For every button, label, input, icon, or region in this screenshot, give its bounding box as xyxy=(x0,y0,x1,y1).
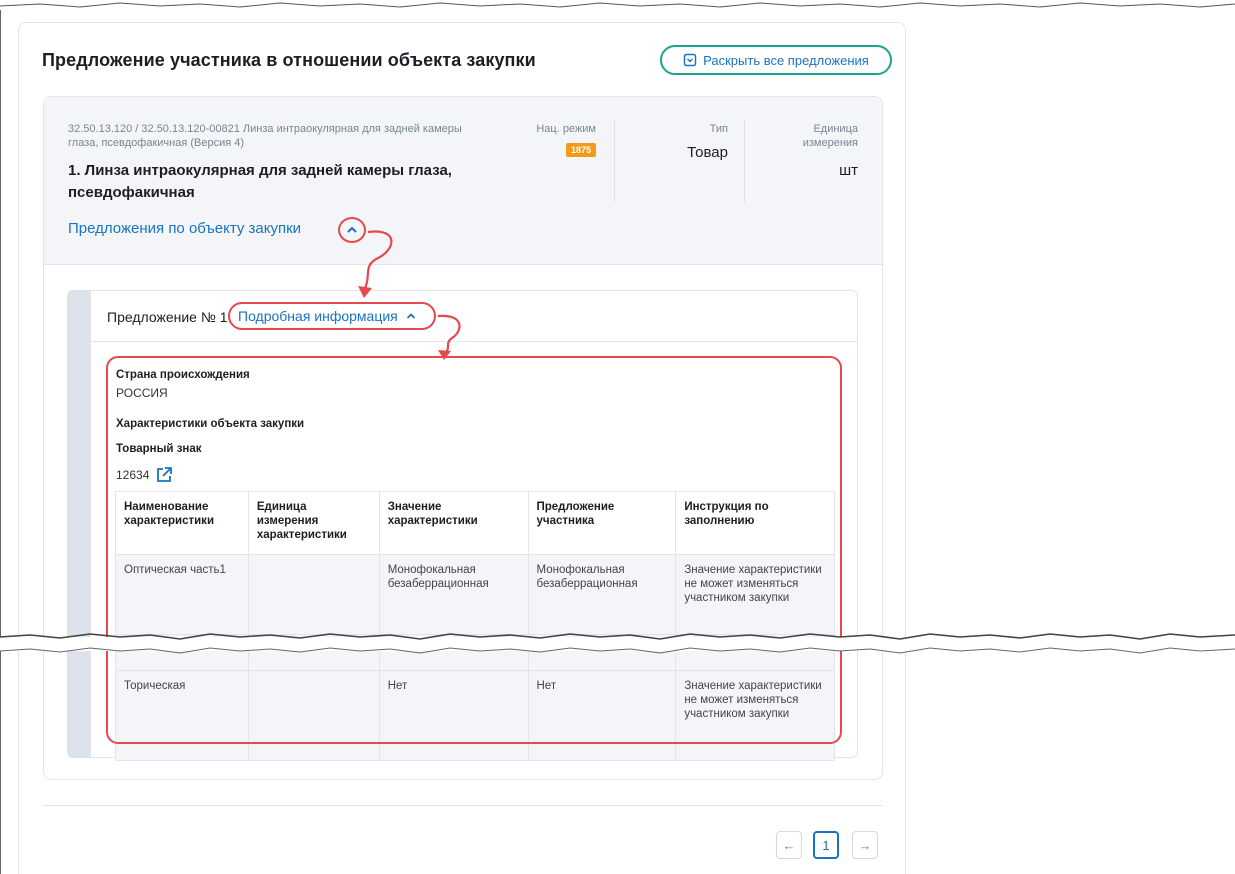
page-1-button[interactable]: 1 xyxy=(813,831,839,859)
nat-mode-label: Нац. режим xyxy=(536,123,596,135)
proposal-label: Предложение № 1 xyxy=(107,309,228,325)
prev-page-button[interactable]: ← xyxy=(776,831,802,859)
page-title: Предложение участника в отношении объект… xyxy=(42,50,536,70)
collapse-offers-button[interactable] xyxy=(338,217,366,243)
details-link[interactable]: Подробная информация xyxy=(228,302,436,330)
type-label: Тип xyxy=(709,123,728,135)
divider xyxy=(90,341,858,342)
nat-mode-badge: 1875 xyxy=(566,143,596,157)
torn-edge-top xyxy=(0,2,1235,8)
chevron-up-icon xyxy=(347,226,357,233)
details-link-label: Подробная информация xyxy=(238,308,398,324)
object-code: 32.50.13.120 / 32.50.13.120-00821 Линза … xyxy=(68,123,462,149)
divider xyxy=(614,120,615,202)
expand-all-label: Раскрыть все предложения xyxy=(703,52,869,68)
next-page-button[interactable]: → xyxy=(852,831,878,859)
torn-edge-middle xyxy=(0,633,1235,654)
unit-label: Единица измерения xyxy=(802,123,858,149)
chevron-up-icon xyxy=(406,313,415,319)
divider xyxy=(43,805,883,806)
divider xyxy=(744,120,745,202)
type-value: Товар xyxy=(687,144,728,161)
offers-link[interactable]: Предложения по объекту закупки xyxy=(68,220,301,237)
details-highlight-frame xyxy=(106,356,842,744)
unit-value: шт xyxy=(839,162,858,179)
left-edge xyxy=(0,10,1,874)
object-name: 1. Линза интраокулярная для задней камер… xyxy=(68,162,452,201)
expand-all-button[interactable]: Раскрыть все предложения xyxy=(660,45,892,75)
expand-icon xyxy=(683,53,697,67)
